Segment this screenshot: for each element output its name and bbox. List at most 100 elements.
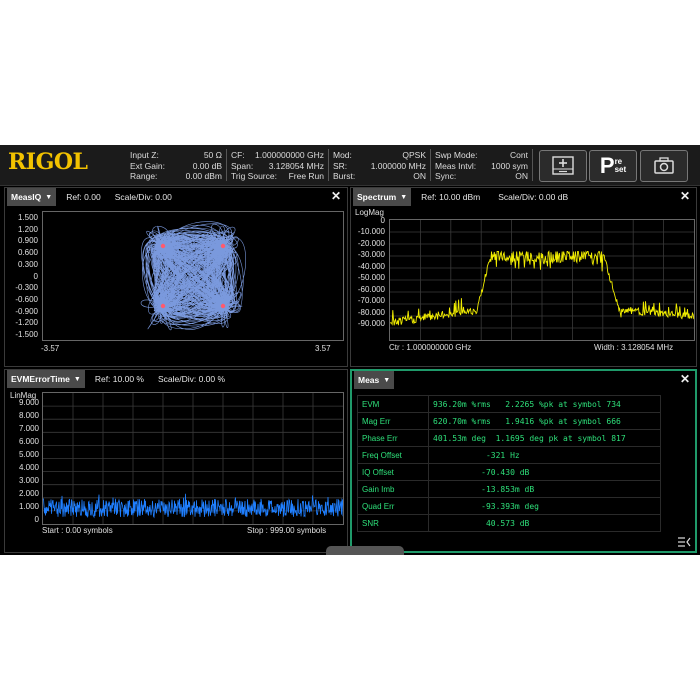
result-row: EVM 936.20m %rms 2.2265 %pk at symbol 734 [357, 395, 661, 413]
y-tick-label: 3.000 [18, 476, 39, 485]
constellation-point [160, 303, 166, 309]
result-label: EVM [357, 395, 429, 413]
preset-icon: P re set [600, 155, 626, 177]
result-label: Phase Err [357, 429, 429, 447]
iq-trajectory [140, 221, 246, 331]
window-title: Spectrum [357, 192, 397, 202]
add-window-icon [552, 156, 574, 175]
y-tick-label: 1.000 [18, 502, 39, 511]
y-tick-label: 0 [34, 515, 39, 524]
y-tick-label: 4.000 [18, 463, 39, 472]
ref-label: Ref: 10.00 dBm [421, 192, 481, 202]
info-label: Sync: [435, 171, 457, 181]
measiq-window[interactable]: MeasIQ ▼ Ref: 0.00 Scale/Div: 0.00 ✕ 1.50… [4, 187, 348, 367]
result-row: Freq Offset -321 Hz [357, 446, 661, 464]
input-info: Input Z: 50 Ω Ext Gain: 0.00 dB Range: 0.00… [130, 150, 222, 182]
info-value: ON [413, 171, 426, 181]
modulation-info: Mod: QPSK SR: 1.000000 MHz Burst: ON [333, 150, 426, 182]
stop-label: Stop : 999.00 symbols [247, 526, 327, 535]
close-icon[interactable]: ✕ [331, 189, 341, 203]
constellation-point [220, 303, 226, 309]
y-tick-label: -40.000 [357, 261, 385, 271]
caret-down-icon: ▼ [383, 376, 391, 384]
add-window-button[interactable] [539, 150, 587, 182]
y-tick-label: -0.300 [15, 283, 38, 293]
spectrum-window[interactable]: Spectrum ▼ Ref: 10.00 dBm Scale/Div: 0.00… [350, 187, 697, 367]
result-value: 401.53m deg 1.1695 deg pk at symbol 817 [428, 429, 661, 447]
y-tick-label: 0 [380, 216, 385, 225]
info-value: 1000 sym [491, 160, 528, 171]
collapse-panel-icon[interactable] [677, 535, 691, 547]
info-value: 1.000000000 GHz [255, 150, 324, 160]
spectrum-trace [389, 220, 695, 340]
info-value: ON [515, 171, 528, 181]
info-value: Cont [510, 150, 528, 160]
preset-button[interactable]: P re set [589, 150, 637, 182]
camera-icon [654, 157, 674, 174]
y-tick-label: 7.000 [18, 424, 39, 433]
y-tick-label: 1.500 [17, 213, 38, 222]
close-icon[interactable]: ✕ [680, 372, 690, 386]
divider [328, 149, 329, 181]
result-value: -321 Hz [428, 446, 661, 464]
y-tick-label: 0.300 [17, 259, 38, 269]
y-tick-label: 1.200 [17, 224, 38, 234]
y-tick-label: -1.500 [15, 330, 38, 339]
constellation-point [160, 243, 166, 249]
iq-plot [42, 211, 344, 341]
evm-menu-button[interactable]: EVMErrorTime ▼ [7, 370, 85, 388]
result-row: SNR 40.573 dB [357, 514, 661, 532]
result-value: -93.393m deg [428, 497, 661, 515]
result-value: -13.853m dB [428, 480, 661, 498]
info-label: Swp Mode: [435, 150, 478, 160]
result-value: 620.70m %rms 1.9416 %pk at symbol 666 [428, 412, 661, 430]
result-row: Phase Err 401.53m deg 1.1695 deg pk at sy… [357, 429, 661, 447]
spectrum-menu-button[interactable]: Spectrum ▼ [353, 188, 412, 206]
info-value: 50 Ω [203, 150, 222, 160]
result-label: Quad Err [357, 497, 429, 515]
info-label: Trig Source: [231, 171, 277, 181]
meas-results-window[interactable]: Meas ▼ ✕ EVM 936.20m %rms 2.2265 %pk at sy… [350, 369, 697, 553]
divider [532, 149, 533, 181]
evm-trace [42, 393, 344, 524]
preset-letter: P [599, 153, 615, 178]
y-tick-label: -70.000 [357, 296, 385, 306]
caret-down-icon: ▼ [45, 193, 53, 201]
ref-label: Ref: 0.00 [66, 192, 101, 202]
y-tick-label: -50.000 [357, 273, 385, 283]
screenshot-button[interactable] [640, 150, 688, 182]
close-icon[interactable]: ✕ [680, 189, 690, 203]
start-label: Start : 0.00 symbols [42, 526, 113, 535]
info-value: 1.000000 MHz [370, 160, 426, 171]
info-value: 3.128054 MHz [268, 160, 324, 171]
measiq-menu-button[interactable]: MeasIQ ▼ [7, 188, 57, 206]
status-header: RIGOL Input Z: 50 Ω Ext Gain: 0.00 dB Rang… [0, 145, 700, 186]
result-value: -70.430 dB [428, 463, 661, 481]
meas-menu-button[interactable]: Meas ▼ [354, 371, 395, 389]
center-freq-label: Ctr : 1.000000000 GHz [389, 343, 472, 352]
result-label: IQ Offset [357, 463, 429, 481]
scale-label: Scale/Div: 0.00 [114, 192, 172, 202]
y-tick-label: 0 [33, 271, 38, 281]
span-width-label: Width : 3.128054 MHz [594, 343, 674, 352]
window-title: EVMErrorTime [11, 374, 70, 384]
results-table: EVM 936.20m %rms 2.2265 %pk at symbol 734… [357, 395, 661, 532]
constellation-chart [140, 221, 246, 331]
y-tick-label: 0.900 [17, 236, 38, 246]
caret-down-icon: ▼ [400, 193, 408, 201]
result-label: Gain Imb [357, 480, 429, 498]
preset-text-bottom: set [614, 165, 627, 174]
window-title: Meas [358, 375, 380, 385]
bottom-drawer-handle[interactable] [326, 546, 404, 555]
rigol-logo: RIGOL [8, 149, 88, 175]
result-row: Gain Imb -13.853m dB [357, 480, 661, 498]
info-value: Free Run [288, 171, 324, 181]
y-tick-label: -20.000 [357, 238, 385, 248]
scale-label: Scale/Div: 0.00 dB [498, 192, 569, 202]
evm-error-time-window[interactable]: EVMErrorTime ▼ Ref: 10.00 % Scale/Div: 0.… [4, 369, 348, 553]
analyzer-screen: RIGOL Input Z: 50 Ω Ext Gain: 0.00 dB Rang… [0, 145, 700, 555]
info-label: SR: [333, 160, 348, 171]
result-label: SNR [357, 514, 429, 532]
info-label: Mod: [333, 150, 352, 160]
y-tick-label: -1.200 [15, 318, 38, 328]
